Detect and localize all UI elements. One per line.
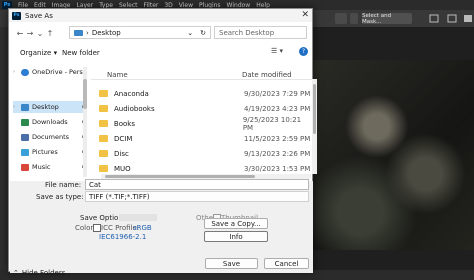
- folder-icon: [99, 165, 108, 172]
- new-folder-button[interactable]: New folder: [62, 49, 100, 57]
- list-item[interactable]: Anaconda 9/30/2023 7:29 PM: [99, 86, 313, 101]
- sidebar-item-downloads[interactable]: Downloads ▪: [13, 116, 87, 128]
- sidebar-item-documents[interactable]: Documents ▪: [13, 131, 87, 143]
- hide-folders-toggle[interactable]: ⌃ Hide Folders: [13, 269, 65, 277]
- onedrive-cloud-icon: [21, 68, 29, 76]
- sidebar-item-onedrive[interactable]: › OneDrive - Perso: [13, 66, 87, 78]
- folder-icon: [99, 90, 108, 97]
- workspace-icons: [429, 14, 472, 23]
- address-dropdown-icon[interactable]: ⌄: [187, 29, 193, 37]
- view-options-icon[interactable]: ☰ ▾: [271, 47, 283, 55]
- file-name: Disc: [114, 149, 129, 158]
- file-name: Anaconda: [114, 89, 149, 98]
- vertical-scrollbar-thumb[interactable]: [313, 84, 316, 134]
- file-date: 9/25/2023 10:21 PM: [242, 115, 302, 132]
- downloads-icon: [21, 118, 29, 126]
- sidebar-item-label: Pictures: [32, 148, 58, 156]
- options-toggle[interactable]: [350, 13, 358, 24]
- path-separator-icon: ›: [86, 28, 89, 37]
- file-name: Audiobooks: [114, 104, 155, 113]
- icc-profile-value-2: IEC61966-2.1: [99, 233, 147, 241]
- cat-photo: [312, 60, 474, 250]
- back-arrow-icon[interactable]: ←: [15, 29, 25, 38]
- file-date: 4/19/2023 4:23 PM: [244, 104, 311, 113]
- column-header-date[interactable]: Date modified: [242, 71, 292, 79]
- dialog-title: Save As: [25, 11, 53, 20]
- save-as-type-select[interactable]: TIFF (*.TIF;*.TIFF): [85, 191, 309, 202]
- up-arrow-icon[interactable]: ↑: [45, 29, 55, 38]
- navigation-pane: › OneDrive - Perso › Desktop ▪ Downloads…: [13, 64, 87, 180]
- file-date: 9/30/2023 7:29 PM: [244, 89, 311, 98]
- header-divider: [91, 79, 315, 80]
- file-date: 11/5/2023 2:59 PM: [244, 134, 311, 143]
- sidebar-item-label: Downloads: [32, 118, 68, 126]
- address-bar[interactable]: › Desktop ⌄ ↻: [69, 26, 211, 39]
- options-dropdown[interactable]: [335, 13, 347, 24]
- save-options-divider: [119, 214, 157, 221]
- sidebar-item-label: Music: [32, 163, 51, 171]
- file-name-input[interactable]: Cat: [85, 179, 309, 190]
- recent-locations-icon[interactable]: ⌄: [35, 29, 45, 38]
- save-button[interactable]: Save: [205, 258, 258, 269]
- folder-icon: [99, 135, 108, 142]
- list-item[interactable]: Audiobooks 4/19/2023 4:23 PM: [99, 101, 313, 116]
- sidebar-item-music[interactable]: Music ▪: [13, 161, 87, 173]
- help-icon[interactable]: ?: [299, 47, 308, 56]
- sidebar-item-desktop[interactable]: › Desktop ▪: [13, 101, 87, 113]
- file-date: 3/30/2023 1:53 PM: [244, 164, 311, 173]
- music-icon: [21, 163, 29, 171]
- search-placeholder: Search Desktop: [219, 28, 275, 37]
- folder-icon: [99, 105, 108, 112]
- sidebar-item-label: OneDrive - Perso: [32, 68, 87, 76]
- sidebar-item-pictures[interactable]: Pictures ▪: [13, 146, 87, 158]
- sidebar-item-label: Desktop: [32, 103, 59, 111]
- save-as-type-label: Save as type:: [36, 193, 84, 201]
- list-item[interactable]: Disc 9/13/2023 2:26 PM: [99, 146, 313, 161]
- desktop-folder-icon: [74, 29, 83, 36]
- file-name-value: Cat: [89, 180, 101, 189]
- organize-button[interactable]: Organize ▾: [20, 49, 57, 57]
- search-input[interactable]: Search Desktop: [214, 26, 307, 39]
- icc-profile-checkbox[interactable]: [93, 224, 101, 232]
- documents-icon: [21, 133, 29, 141]
- refresh-icon[interactable]: ↻: [200, 29, 206, 37]
- save-as-dialog: Ps Save As ✕ ← → ⌄ ↑ › Desktop ⌄ ↻ Searc…: [8, 8, 317, 277]
- expand-chevron-icon[interactable]: ›: [13, 69, 18, 75]
- sidebar-item-label: Documents: [32, 133, 70, 141]
- save-a-copy-button[interactable]: Save a Copy...: [204, 218, 268, 229]
- select-and-mask-button[interactable]: Select and Mask...: [362, 13, 412, 25]
- file-name-label: File name:: [45, 181, 82, 189]
- chevron-up-icon: ⌃: [13, 269, 19, 277]
- close-icon[interactable]: ✕: [301, 10, 309, 20]
- column-header-name[interactable]: Name: [107, 71, 128, 79]
- pictures-icon: [21, 148, 29, 156]
- address-path[interactable]: Desktop: [92, 29, 121, 37]
- list-item[interactable]: Books 9/25/2023 10:21 PM: [99, 115, 313, 132]
- forward-arrow-icon[interactable]: →: [25, 29, 35, 38]
- folder-icon: [99, 120, 108, 127]
- file-name: DCIM: [114, 134, 133, 143]
- dialog-titlebar[interactable]: Ps Save As: [9, 9, 312, 22]
- cancel-button[interactable]: Cancel: [264, 258, 309, 269]
- navigation-scrollbar-thumb[interactable]: [83, 79, 87, 109]
- info-button[interactable]: Info: [204, 231, 268, 242]
- horizontal-scrollbar-thumb[interactable]: [105, 175, 255, 178]
- save-as-type-value: TIFF (*.TIF;*.TIFF): [89, 192, 150, 201]
- hide-folders-label: Hide Folders: [21, 269, 66, 277]
- file-date: 9/13/2023 2:26 PM: [244, 149, 311, 158]
- file-name: Books: [113, 119, 135, 128]
- folder-icon: [99, 150, 108, 157]
- desktop-icon: [21, 103, 29, 111]
- file-name: MUO: [114, 164, 131, 173]
- expand-chevron-icon[interactable]: ›: [13, 104, 18, 110]
- icc-profile-value: sRGB: [133, 224, 152, 232]
- list-item[interactable]: DCIM 11/5/2023 2:59 PM: [99, 131, 313, 146]
- photoshop-app-icon: Ps: [12, 11, 21, 20]
